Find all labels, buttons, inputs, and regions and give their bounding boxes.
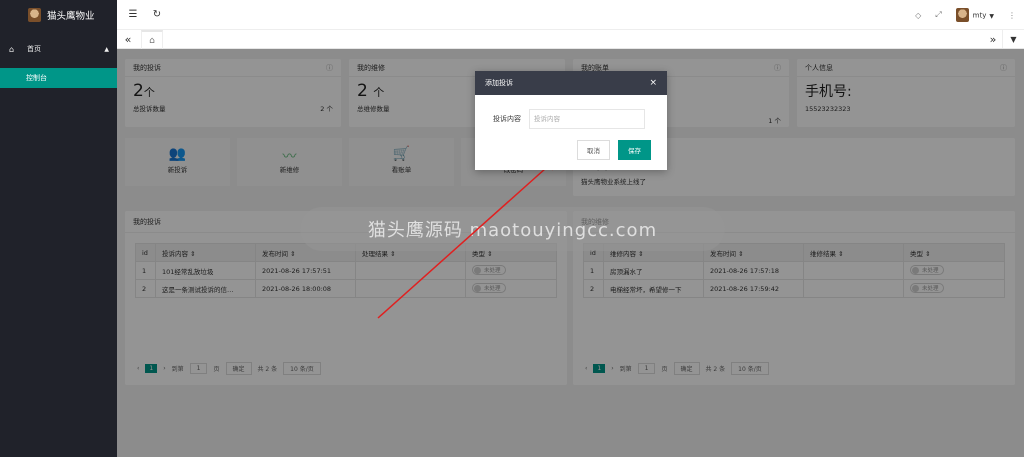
annotation-arrow	[377, 158, 558, 319]
close-icon[interactable]: ×	[649, 78, 657, 88]
complaint-content-input[interactable]	[529, 109, 645, 129]
dialog-title: 添加投诉	[485, 79, 513, 87]
cancel-button[interactable]: 取消	[577, 140, 610, 160]
field-label: 投诉内容	[493, 115, 521, 123]
save-button[interactable]: 保存	[618, 140, 651, 160]
add-complaint-dialog: 添加投诉 × 投诉内容 取消 保存	[475, 71, 667, 170]
